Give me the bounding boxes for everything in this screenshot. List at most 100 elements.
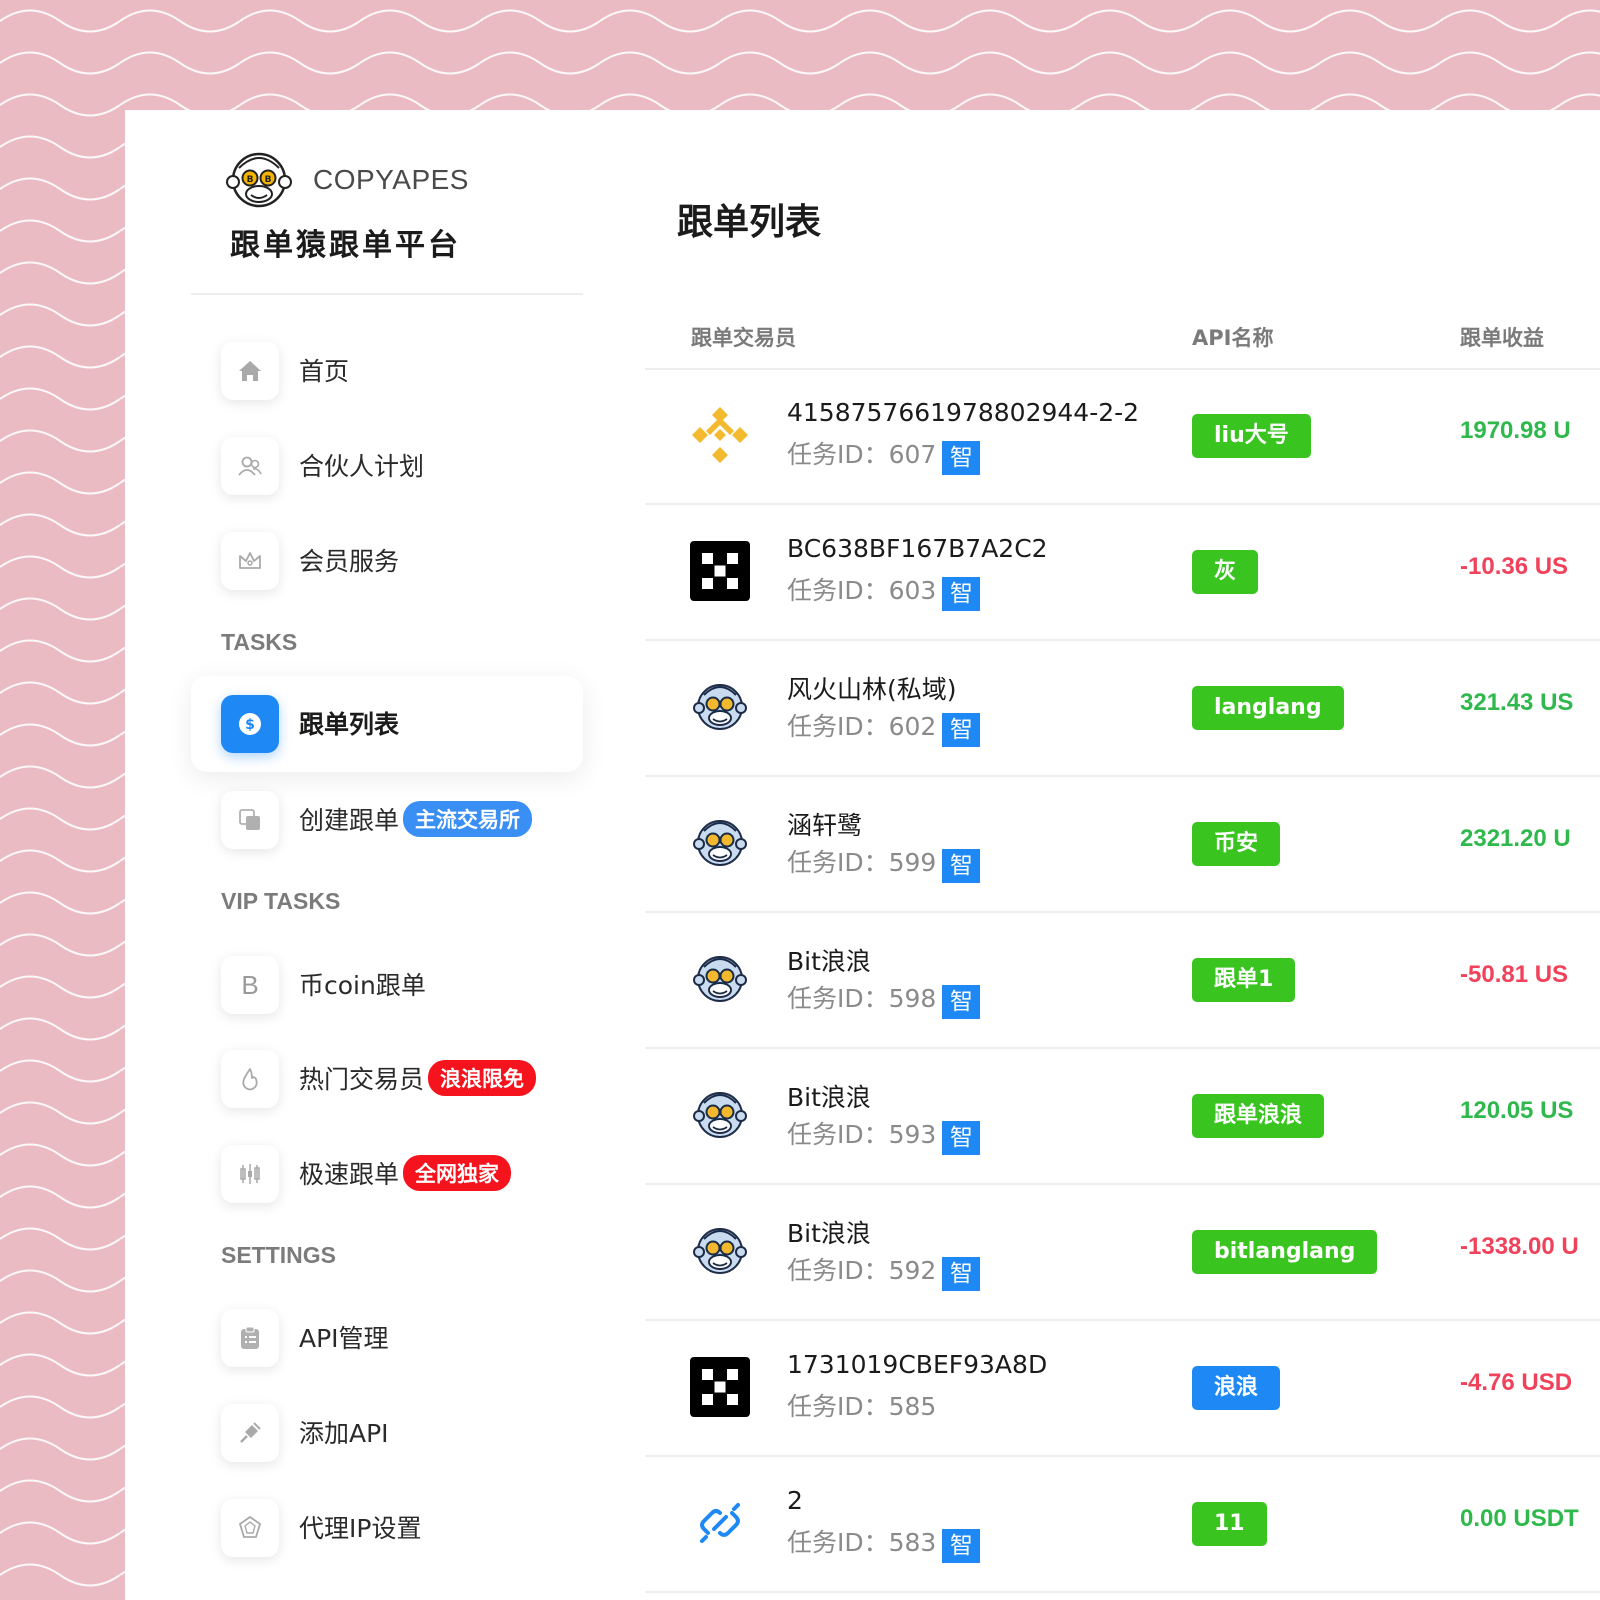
smart-badge: 智 xyxy=(942,441,981,475)
okx-logo-icon xyxy=(690,541,750,601)
sidebar-item-label: 会员服务 xyxy=(299,547,400,576)
sidebar-item-text: 热门交易员 xyxy=(299,1065,425,1094)
sidebar-item-add-api[interactable]: 添加API xyxy=(191,1385,583,1481)
sidebar-item-label: 创建跟单 主流交易所 xyxy=(299,801,533,837)
b-letter-icon: B xyxy=(221,956,279,1014)
table-row[interactable]: 4158757661978802944-2-2 任务ID：607 智 liu大号 197… xyxy=(645,369,1600,505)
sidebar-item-label: 添加API xyxy=(299,1419,389,1448)
ape-avatar-icon xyxy=(690,677,750,737)
task-id: 任务ID：583 智 xyxy=(787,1523,981,1563)
smart-badge: 智 xyxy=(942,849,981,883)
section-title-tasks: TASKS xyxy=(221,629,298,655)
profit-value: 321.43 US xyxy=(1460,689,1574,716)
link-icon xyxy=(690,1493,750,1553)
smart-badge: 智 xyxy=(942,577,981,611)
ape-avatar-icon xyxy=(690,1221,750,1281)
copy-icon xyxy=(221,791,279,849)
task-id: 任务ID：602 智 xyxy=(787,707,981,747)
task-id-prefix: 任务ID： xyxy=(787,1392,889,1421)
dollar-icon: $ xyxy=(221,695,279,753)
smart-badge: 智 xyxy=(942,1257,981,1291)
task-id-prefix: 任务ID： xyxy=(787,712,889,741)
trader-name: BC638BF167B7A2C2 xyxy=(787,534,1048,563)
brand-subtitle: 跟单猿跟单平台 xyxy=(230,228,461,263)
sidebar-item-bcoin-follow[interactable]: B 币coin跟单 xyxy=(191,937,583,1033)
sidebar-item-proxy-ip[interactable]: 代理IP设置 xyxy=(191,1480,583,1576)
task-id: 任务ID：603 智 xyxy=(787,571,981,611)
table-row[interactable]: 2 任务ID：583 智 11 0.00 USDT xyxy=(645,1457,1600,1593)
sidebar-item-follow-list[interactable]: $ 跟单列表 xyxy=(191,676,583,772)
api-name-tag: bitlanglang xyxy=(1192,1230,1378,1274)
table-row[interactable]: Bit浪浪 任务ID：593 智 跟单浪浪 120.05 US xyxy=(645,1049,1600,1185)
task-id-prefix: 任务ID： xyxy=(787,848,889,877)
sidebar-item-label: 极速跟单 全网独家 xyxy=(299,1155,512,1191)
api-name-tag: liu大号 xyxy=(1192,414,1311,458)
task-id-prefix: 任务ID： xyxy=(787,576,889,605)
binance-logo-icon xyxy=(690,405,750,465)
sidebar-item-text: 创建跟单 xyxy=(299,806,400,835)
ape-avatar-icon xyxy=(690,949,750,1009)
task-id-prefix: 任务ID： xyxy=(787,440,889,469)
flame-icon xyxy=(221,1050,279,1108)
trader-name: Bit浪浪 xyxy=(787,1083,871,1112)
crown-icon xyxy=(221,532,279,590)
trader-name: 风火山林(私域) xyxy=(787,675,957,704)
smart-badge: 智 xyxy=(942,713,981,747)
sidebar-item-api-management[interactable]: API管理 xyxy=(191,1290,583,1386)
b-letter-text: B xyxy=(241,969,259,1000)
trader-name: 4158757661978802944-2-2 xyxy=(787,398,1140,427)
clipboard-icon xyxy=(221,1309,279,1367)
sidebar-item-label: 币coin跟单 xyxy=(299,971,426,1000)
badge-mainstream-exchanges: 主流交易所 xyxy=(403,801,533,837)
column-header-profit[interactable]: 跟单收益 xyxy=(1460,322,1544,352)
trader-name: 2 xyxy=(787,1486,803,1515)
profit-value: 2321.20 U xyxy=(1460,825,1571,852)
sidebar-item-membership[interactable]: 会员服务 xyxy=(191,513,583,609)
table-row[interactable]: 风火山林(私域) 任务ID：602 智 langlang 321.43 US xyxy=(645,641,1600,777)
plug-icon xyxy=(221,1404,279,1462)
sidebar-item-home[interactable]: 首页 xyxy=(191,323,583,419)
profit-value: 120.05 US xyxy=(1460,1097,1574,1124)
table-row[interactable]: Bit浪浪 任务ID：598 智 跟单1 -50.81 US xyxy=(645,913,1600,1049)
trader-name: 涵轩鹭 xyxy=(787,811,863,840)
table-header: 跟单交易员 API名称 跟单收益 xyxy=(645,300,1600,370)
task-id: 任务ID：599 智 xyxy=(787,843,981,883)
section-title-vip-tasks: VIP TASKS xyxy=(221,888,341,914)
task-id-value: 593 xyxy=(888,1120,937,1149)
column-header-api[interactable]: API名称 xyxy=(1192,322,1273,352)
table-row[interactable]: BC638BF167B7A2C2 任务ID：603 智 灰 -10.36 US xyxy=(645,505,1600,641)
svg-text:B: B xyxy=(247,175,254,185)
svg-text:$: $ xyxy=(245,717,255,733)
sidebar-item-fast-follow[interactable]: 极速跟单 全网独家 xyxy=(191,1126,583,1222)
candlestick-icon xyxy=(221,1145,279,1203)
table-row[interactable]: Bit浪浪 任务ID：592 智 bitlanglang -1338.00 U xyxy=(645,1185,1600,1321)
smart-badge: 智 xyxy=(942,985,981,1019)
task-id: 任务ID：593 智 xyxy=(787,1115,981,1155)
sidebar-item-create-follow[interactable]: 创建跟单 主流交易所 xyxy=(191,772,583,868)
app-window: B B COPYAPES 跟单猿跟单平台 首页 合伙人计划 会员服务 TASKS… xyxy=(125,110,1600,1600)
sidebar-item-label: 首页 xyxy=(299,357,350,386)
table-row[interactable]: 1731019CBEF93A8D 任务ID：585 浪浪 -4.76 USD xyxy=(645,1321,1600,1457)
partner-icon xyxy=(221,437,279,495)
smart-badge: 智 xyxy=(942,1529,981,1563)
sidebar-item-text: 极速跟单 xyxy=(299,1160,400,1189)
profit-value: -50.81 US xyxy=(1460,961,1569,988)
task-id-prefix: 任务ID： xyxy=(787,1256,889,1285)
brand[interactable]: B B COPYAPES 跟单猿跟单平台 xyxy=(225,148,585,268)
task-id: 任务ID：598 智 xyxy=(787,979,981,1019)
sidebar: B B COPYAPES 跟单猿跟单平台 首页 合伙人计划 会员服务 TASKS… xyxy=(125,110,625,1600)
task-id-value: 603 xyxy=(888,576,937,605)
svg-text:B: B xyxy=(265,175,272,185)
task-id-prefix: 任务ID： xyxy=(787,984,889,1013)
table-row[interactable]: 涵轩鹭任务ID：599 智 币安 2321.20 U xyxy=(645,777,1600,913)
trader-name: 1731019CBEF93A8D xyxy=(787,1350,1048,1379)
profit-value: 0.00 USDT xyxy=(1460,1505,1579,1532)
trader-name: Bit浪浪 xyxy=(787,1219,871,1248)
api-name-tag: langlang xyxy=(1192,686,1344,730)
sidebar-item-hot-traders[interactable]: 热门交易员 浪浪限免 xyxy=(191,1031,583,1127)
api-name-tag: 币安 xyxy=(1192,822,1281,866)
column-header-trader[interactable]: 跟单交易员 xyxy=(691,322,796,352)
ape-avatar-icon xyxy=(690,1085,750,1145)
smart-badge: 智 xyxy=(942,1121,981,1155)
sidebar-item-partner[interactable]: 合伙人计划 xyxy=(191,418,583,514)
